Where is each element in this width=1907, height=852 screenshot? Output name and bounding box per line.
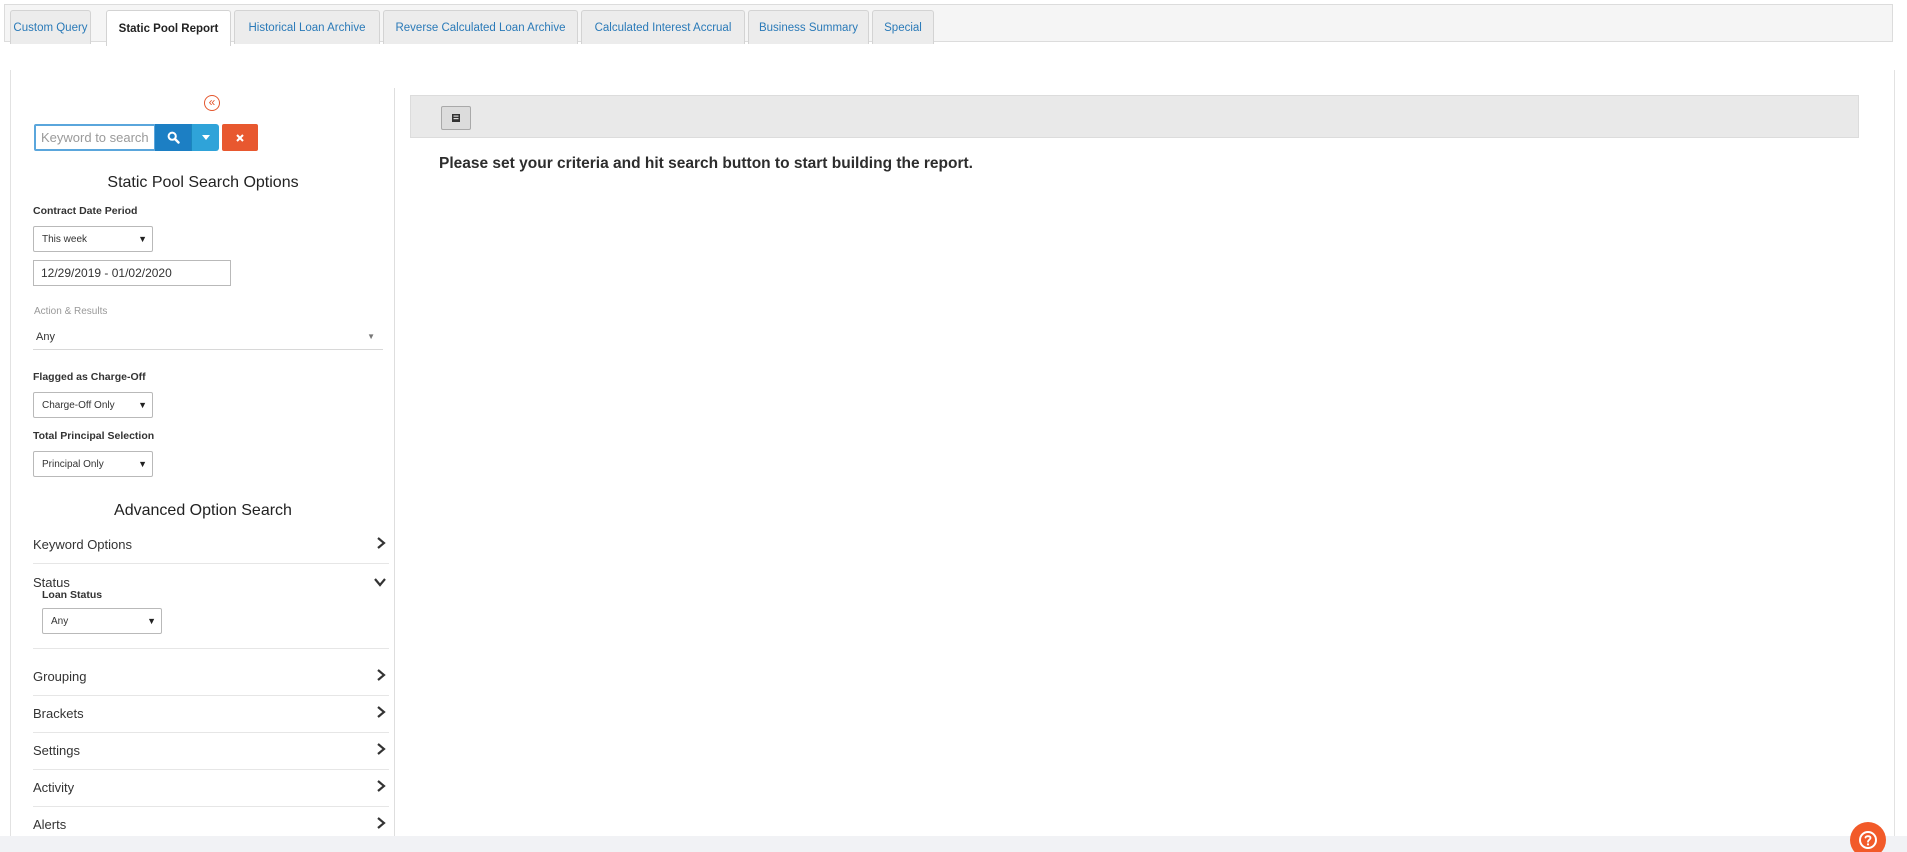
tab-label: Historical Loan Archive bbox=[248, 21, 366, 34]
accordion-activity[interactable]: Activity bbox=[33, 770, 389, 807]
loan-status-select[interactable]: Any ▼ bbox=[42, 608, 162, 634]
tab-label: Business Summary bbox=[758, 21, 859, 34]
caret-down-icon: ▼ bbox=[138, 400, 147, 410]
tab-static-pool-report[interactable]: Static Pool Report bbox=[106, 10, 231, 46]
accordion-brackets[interactable]: Brackets bbox=[33, 696, 389, 733]
loan-status-label: Loan Status bbox=[42, 589, 103, 601]
caret-down-icon: ▼ bbox=[138, 234, 147, 244]
caret-down-icon bbox=[201, 135, 210, 140]
tab-label: Custom Query bbox=[13, 21, 88, 34]
tab-business-summary[interactable]: Business Summary bbox=[748, 10, 869, 44]
total-principal-label: Total Principal Selection bbox=[33, 430, 155, 442]
report-tab-bar: Custom Query Static Pool Report Historic… bbox=[4, 4, 1893, 46]
tab-custom-query[interactable]: Custom Query bbox=[10, 10, 91, 44]
tab-label: Special bbox=[884, 21, 922, 34]
search-dropdown-button[interactable] bbox=[191, 124, 219, 151]
tab-reverse-calculated-loan-archive[interactable]: Reverse Calculated Loan Archive bbox=[383, 10, 578, 44]
accordion-label: Activity bbox=[33, 780, 75, 795]
select-value: This week bbox=[42, 233, 88, 245]
date-range-value: 12/29/2019 - 01/02/2020 bbox=[41, 266, 172, 280]
accordion-status[interactable]: Status Loan Status Any ▼ bbox=[33, 565, 389, 649]
flagged-charge-off-select[interactable]: Charge-Off Only ▼ bbox=[33, 392, 153, 418]
chevron-right-icon bbox=[377, 537, 386, 549]
tab-label: Static Pool Report bbox=[118, 22, 219, 35]
search-icon bbox=[167, 131, 180, 144]
bottom-strip bbox=[0, 836, 1907, 852]
accordion-label: Status bbox=[33, 575, 70, 590]
accordion-keyword-options[interactable]: Keyword Options bbox=[33, 527, 389, 564]
page: Custom Query Static Pool Report Historic… bbox=[0, 0, 1907, 852]
caret-down-icon: ▼ bbox=[147, 616, 156, 626]
chevron-right-icon bbox=[377, 669, 386, 681]
accordion-alerts[interactable]: Alerts bbox=[33, 807, 389, 836]
accordion-label: Settings bbox=[33, 743, 80, 758]
advanced-option-heading: Advanced Option Search bbox=[114, 502, 292, 519]
flagged-charge-off-label: Flagged as Charge-Off bbox=[33, 371, 146, 383]
tab-special[interactable]: Special bbox=[872, 10, 934, 44]
search-button[interactable] bbox=[155, 124, 192, 151]
accordion-grouping[interactable]: Grouping bbox=[33, 659, 389, 696]
frame-right-border bbox=[1894, 70, 1895, 836]
tab-label: Calculated Interest Accrual bbox=[594, 21, 732, 34]
print-icon bbox=[452, 114, 460, 122]
action-results-select[interactable]: Any ▼ bbox=[33, 325, 383, 350]
keyword-search-input[interactable] bbox=[34, 124, 156, 151]
chevron-right-icon bbox=[377, 743, 386, 755]
chevron-right-icon bbox=[377, 780, 386, 792]
accordion-label: Keyword Options bbox=[33, 537, 132, 552]
chevron-down-icon bbox=[374, 578, 386, 587]
total-principal-select[interactable]: Principal Only ▼ bbox=[33, 451, 153, 477]
accordion-label: Brackets bbox=[33, 706, 84, 721]
select-value: Charge-Off Only bbox=[42, 399, 115, 411]
chevron-right-icon bbox=[377, 817, 386, 829]
question-icon bbox=[1859, 831, 1877, 849]
report-toolbar bbox=[410, 95, 1859, 138]
tab-label: Reverse Calculated Loan Archive bbox=[395, 21, 566, 34]
action-results-label: Action & Results bbox=[34, 306, 108, 317]
tab-calculated-interest-accrual[interactable]: Calculated Interest Accrual bbox=[581, 10, 745, 44]
double-chevron-left-icon[interactable]: « bbox=[204, 95, 220, 111]
date-range-input[interactable]: 12/29/2019 - 01/02/2020 bbox=[33, 260, 231, 286]
contract-date-period-label: Contract Date Period bbox=[33, 205, 138, 217]
clear-search-button[interactable] bbox=[222, 124, 258, 151]
report-empty-message: Please set your criteria and hit search … bbox=[439, 155, 973, 172]
close-icon bbox=[236, 133, 244, 142]
accordion-label: Alerts bbox=[33, 817, 67, 832]
chevron-right-icon bbox=[377, 706, 386, 718]
search-sidebar: « Static Pool Search Options Contract Da… bbox=[11, 88, 395, 836]
caret-down-icon: ▼ bbox=[138, 459, 147, 469]
accordion-settings[interactable]: Settings bbox=[33, 733, 389, 770]
caret-down-icon: ▼ bbox=[367, 332, 375, 341]
select-value: Any bbox=[36, 331, 55, 343]
accordion-label: Grouping bbox=[33, 669, 87, 684]
help-button[interactable] bbox=[1850, 822, 1886, 852]
print-button[interactable] bbox=[441, 106, 471, 130]
contract-date-period-select[interactable]: This week ▼ bbox=[33, 226, 153, 252]
select-value: Any bbox=[51, 615, 69, 627]
search-options-heading: Static Pool Search Options bbox=[107, 174, 299, 191]
tab-historical-loan-archive[interactable]: Historical Loan Archive bbox=[234, 10, 380, 44]
select-value: Principal Only bbox=[42, 458, 104, 470]
